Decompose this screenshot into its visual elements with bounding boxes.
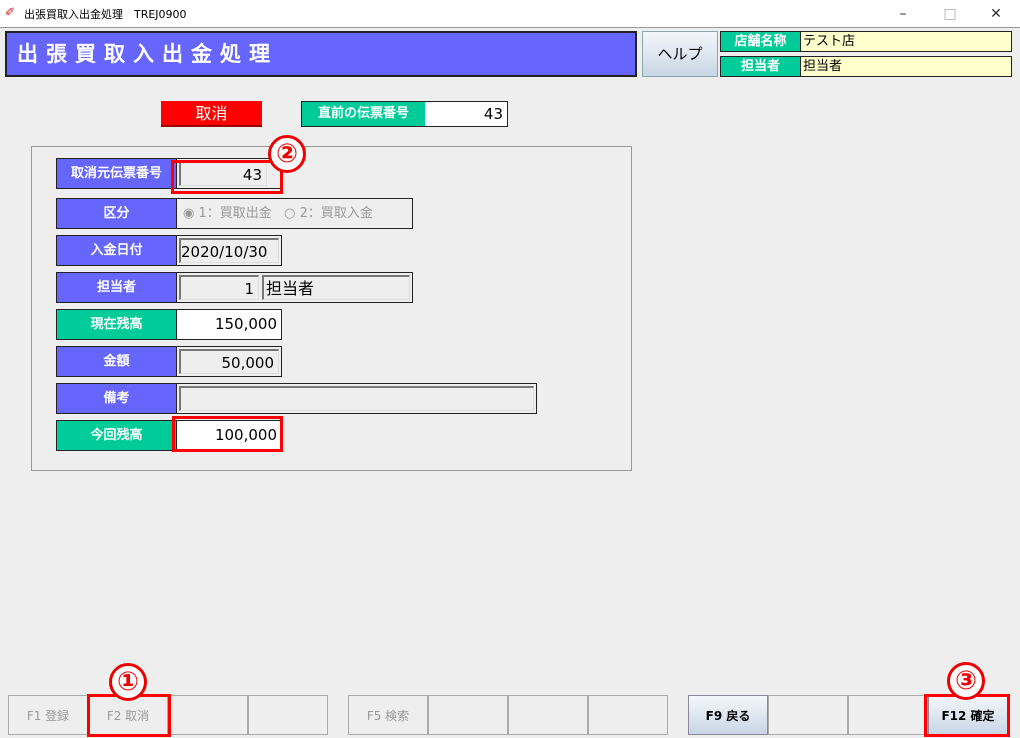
store-value: テスト店 — [801, 31, 1012, 52]
date-input[interactable]: 2020/10/30 — [179, 238, 279, 263]
fkey-button-11[interactable] — [848, 695, 928, 735]
fkey-button-7[interactable] — [508, 695, 588, 735]
prev-slip-value: 43 — [425, 101, 508, 127]
staff-name-field: 担当者 — [262, 275, 410, 300]
fkey-button-9[interactable]: F9 戻る — [688, 695, 768, 735]
minimize-button[interactable]: – — [880, 2, 926, 26]
window-title: 出張買取入出金処理 TREJ0900 — [24, 8, 187, 21]
orig-slip-label: 取消元伝票番号 — [56, 158, 177, 189]
close-button[interactable]: ✕ — [973, 2, 1019, 26]
highlight-orig-slip — [171, 160, 283, 194]
amount-input[interactable]: 50,000 — [179, 349, 279, 374]
new-balance-label: 今回残高 — [56, 420, 177, 451]
staff-code-input[interactable]: 1 — [179, 275, 259, 300]
cur-balance-value: 150,000 — [176, 309, 282, 340]
kubun-radio-group: ◉ 1：買取出金 ○ 2：買取入金 — [176, 198, 413, 229]
date-box: 2020/10/30 — [176, 235, 282, 266]
highlight-new-balance — [172, 416, 283, 452]
kubun-option-2[interactable]: 2：買取入金 — [300, 206, 373, 221]
note-input[interactable] — [179, 386, 534, 411]
mode-badge: 取消 — [161, 101, 262, 127]
prev-slip-label: 直前の伝票番号 — [301, 101, 426, 127]
store-label: 店舗名称 — [720, 31, 801, 52]
staff-value: 担当者 — [801, 56, 1012, 77]
staff-label: 担当者 — [720, 56, 801, 77]
app-icon: ✐ — [5, 5, 16, 19]
help-button[interactable]: ヘルプ — [642, 31, 718, 77]
staff-row-label: 担当者 — [56, 272, 177, 303]
fkey-button-5[interactable]: F5 検索 — [348, 695, 428, 735]
page-title: 出張買取入出金処理 — [5, 31, 637, 77]
fkey-button-3[interactable] — [168, 695, 248, 735]
amount-label: 金額 — [56, 346, 177, 377]
annotation-1: ① — [109, 663, 147, 701]
annotation-3: ③ — [947, 662, 985, 700]
title-bar: ✐ 出張買取入出金処理 TREJ0900 – □ ✕ — [0, 0, 1020, 28]
radio-empty-icon[interactable]: ○ — [284, 206, 295, 221]
fkey-button-10[interactable] — [768, 695, 848, 735]
fkey-button-6[interactable] — [428, 695, 508, 735]
kubun-label: 区分 — [56, 198, 177, 229]
staff-box: 1 担当者 — [176, 272, 413, 303]
cur-balance-label: 現在残高 — [56, 309, 177, 340]
fkey-button-8[interactable] — [588, 695, 668, 735]
annotation-2: ② — [268, 135, 306, 173]
maximize-button[interactable]: □ — [927, 2, 973, 26]
kubun-option-1[interactable]: 1：買取出金 — [198, 206, 271, 221]
highlight-f12 — [924, 694, 1010, 737]
amount-box: 50,000 — [176, 346, 282, 377]
note-label: 備考 — [56, 383, 177, 414]
note-box — [176, 383, 537, 414]
radio-selected-icon[interactable]: ◉ — [183, 206, 194, 221]
date-label: 入金日付 — [56, 235, 177, 266]
fkey-button-1[interactable]: F1 登録 — [8, 695, 88, 735]
fkey-button-4[interactable] — [248, 695, 328, 735]
